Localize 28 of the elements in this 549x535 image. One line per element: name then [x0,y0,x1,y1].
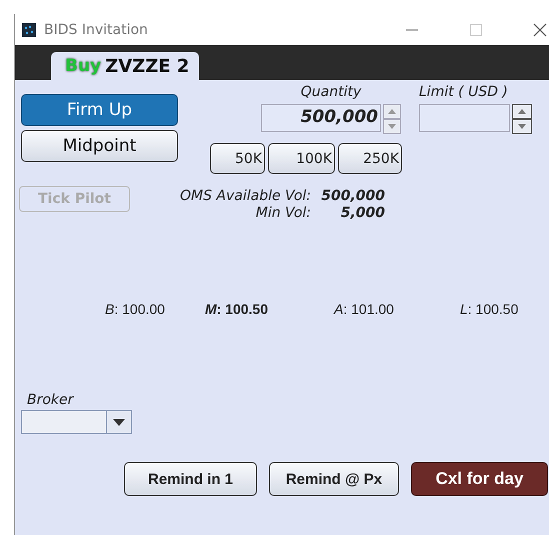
mode-button[interactable]: Midpoint [21,130,178,162]
price-reading: L: 100.50 [460,301,518,317]
action-button[interactable]: Remind in 1 [124,462,257,496]
mode-button[interactable]: Firm Up [21,94,178,126]
volume-label: OMS Available Vol: [178,188,311,204]
quantity-preset-button[interactable]: 50K [210,143,265,174]
quantity-preset-button[interactable]: 250K [338,143,402,174]
price-reading: A: 101.00 [334,301,394,317]
action-button[interactable]: Cxl for day [411,462,548,496]
quantity-preset-button[interactable]: 100K [268,143,335,174]
quantity-field[interactable]: 500,000 [261,104,381,132]
price-reading: M: 100.50 [204,301,268,317]
limit-label: Limit ( USD ) [419,84,509,102]
app-icon [22,22,36,36]
price-reading: B: 100.00 [105,301,165,317]
window-title: BIDS Invitation [44,22,148,38]
quantity-label: Quantity [300,84,362,102]
close-icon[interactable] [533,22,547,36]
volume-label: Min Vol: [254,205,311,221]
broker-label: Broker [27,392,75,408]
action-button[interactable]: Remind @ Px [269,462,399,496]
spinner-icon[interactable] [512,104,532,134]
broker-dropdown[interactable] [21,410,132,434]
limit-field[interactable] [419,104,510,132]
volume-value: 5,000 [340,205,385,221]
order-tab[interactable]: Buy ZVZZE 2 [51,52,200,80]
volume-value: 500,000 [321,188,385,204]
maximize-icon[interactable] [469,22,483,36]
